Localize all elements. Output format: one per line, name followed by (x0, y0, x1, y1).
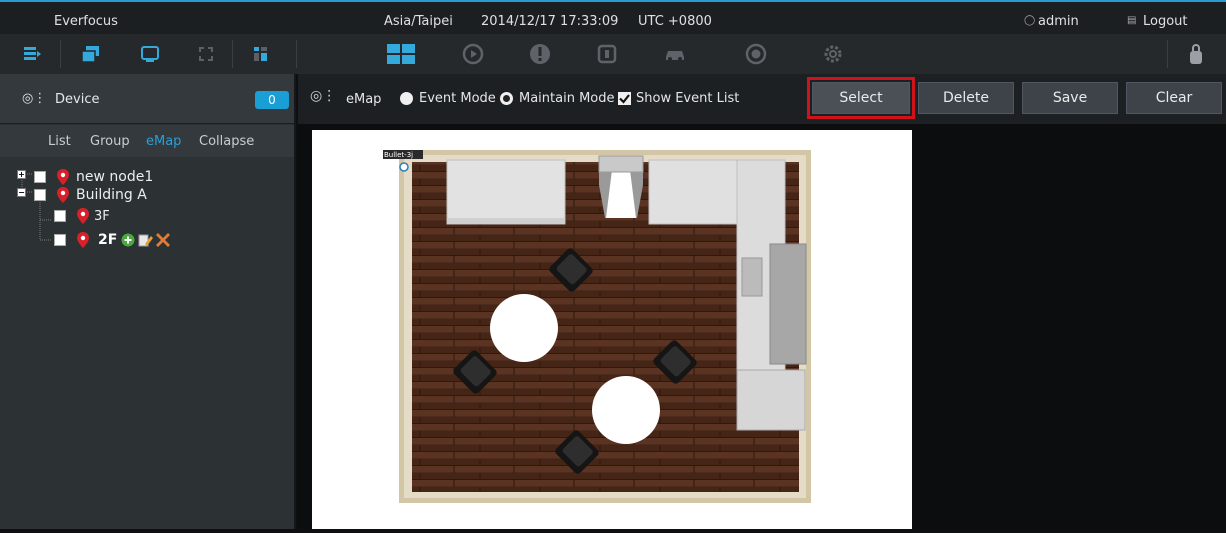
maintain-mode-radio[interactable] (500, 92, 513, 105)
datetime-text: 2014/12/17 17:33:09 (481, 14, 619, 29)
top-status-bar: Everfocus Asia/Taipei 2014/12/17 17:33:0… (0, 0, 1226, 34)
delete-icon[interactable] (155, 232, 171, 248)
round-table (490, 294, 558, 362)
tree-checkbox[interactable] (34, 189, 46, 201)
emap-canvas[interactable]: Bullet-3j (312, 130, 912, 529)
main-toolbar (0, 34, 1226, 74)
lock-icon[interactable] (1183, 41, 1209, 67)
username: admin (1038, 14, 1079, 29)
windows-icon[interactable] (78, 41, 104, 67)
round-table (592, 376, 660, 444)
device-count-badge: 0 (255, 91, 289, 109)
io-icon[interactable] (594, 41, 620, 67)
svg-text:Bullet-3j: Bullet-3j (384, 151, 413, 159)
add-icon[interactable] (121, 233, 135, 247)
delete-button[interactable]: Delete (918, 82, 1014, 114)
emap-toolbar: ◎⋮ eMap Event Mode Maintain Mode Show Ev… (298, 74, 1226, 124)
clear-button[interactable]: Clear (1126, 82, 1222, 114)
app-name: Everfocus (54, 14, 118, 29)
map-pin-icon (77, 208, 89, 224)
tree-checkbox[interactable] (54, 234, 66, 246)
logout-icon: ▤ (1127, 15, 1137, 26)
device-sidebar: ◎⋮ Device 0 List Group eMap Collapse + n… (0, 74, 296, 529)
emap-label: eMap (346, 92, 382, 107)
show-event-list-checkbox[interactable] (618, 92, 631, 105)
device-panel-header: ◎⋮ Device 0 (0, 74, 294, 124)
logout-link[interactable]: Logout (1143, 14, 1188, 29)
map-pin-icon (77, 232, 89, 248)
tab-list[interactable]: List (48, 134, 71, 149)
vehicle-icon[interactable] (662, 41, 688, 67)
collapse-toggle[interactable]: − (17, 188, 26, 197)
device-title: Device (55, 92, 100, 107)
recorder-icon[interactable] (743, 41, 769, 67)
tree-checkbox[interactable] (34, 171, 46, 183)
tab-collapse[interactable]: Collapse (199, 134, 254, 149)
tree-checkbox[interactable] (54, 210, 66, 222)
show-event-list-option[interactable]: Show Event List (618, 91, 739, 106)
emap-icon: ◎⋮ (310, 88, 337, 104)
device-icon: ◎⋮ (22, 91, 47, 106)
layout-split-icon[interactable] (248, 41, 274, 67)
camera-grid-icon[interactable] (386, 41, 416, 67)
device-tree: + new node1 − Building A 3F 2F (0, 158, 294, 529)
map-pin-icon (57, 169, 69, 185)
timezone-text: Asia/Taipei (384, 14, 453, 29)
save-button[interactable]: Save (1022, 82, 1118, 114)
sidebar-tabs: List Group eMap Collapse (0, 125, 294, 157)
monitor-icon[interactable] (137, 41, 163, 67)
map-pin-icon (57, 187, 69, 203)
tab-emap[interactable]: eMap (146, 134, 181, 149)
expand-toggle[interactable]: + (17, 170, 26, 179)
playback-icon[interactable] (460, 41, 486, 67)
floor-plan-image: Bullet-3j (383, 150, 811, 503)
tab-group[interactable]: Group (90, 134, 130, 149)
alert-icon[interactable] (527, 41, 553, 67)
tree-node-new-node1[interactable]: new node1 (34, 167, 153, 187)
tree-node-building-a[interactable]: Building A (34, 185, 147, 205)
edit-icon[interactable] (137, 232, 154, 248)
tree-node-3f[interactable]: 3F (54, 206, 110, 226)
event-mode-radio[interactable] (400, 92, 413, 105)
emap-main-panel: ◎⋮ eMap Event Mode Maintain Mode Show Ev… (298, 74, 1226, 529)
event-mode-option[interactable]: Event Mode (400, 91, 496, 106)
fullscreen-icon[interactable] (193, 41, 219, 67)
maintain-mode-option[interactable]: Maintain Mode (500, 91, 615, 106)
settings-icon[interactable] (820, 41, 846, 67)
tree-node-2f[interactable]: 2F (54, 230, 171, 250)
user-icon: ◯ (1024, 15, 1036, 26)
list-view-icon[interactable] (19, 41, 45, 67)
select-button[interactable]: Select (807, 77, 915, 119)
utc-offset-text: UTC +0800 (638, 14, 712, 29)
